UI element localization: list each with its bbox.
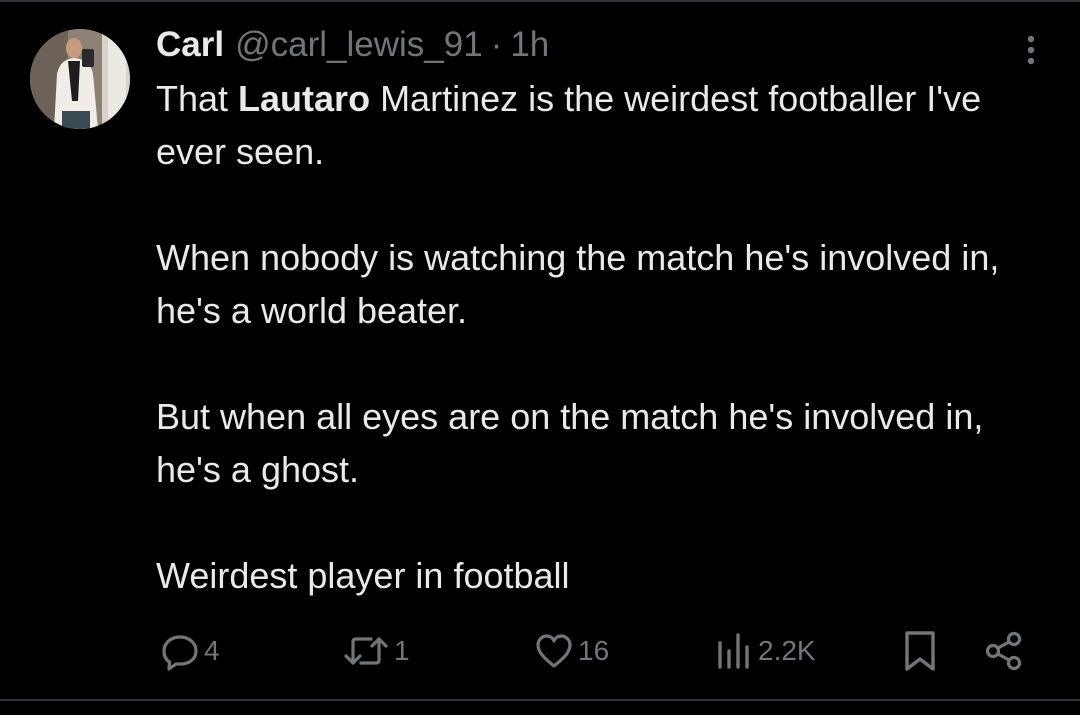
analytics-icon: [718, 633, 749, 669]
text-before-mention: That: [156, 78, 239, 119]
views-button[interactable]: 2.2K: [714, 626, 816, 676]
tweet-paragraph-3: But when all eyes are on the match he's …: [156, 396, 984, 490]
repost-icon: [344, 637, 388, 665]
bookmark-button[interactable]: [902, 626, 938, 676]
more-options-button[interactable]: [1016, 30, 1046, 70]
author-handle[interactable]: @carl_lewis_91: [235, 22, 483, 68]
more-options-icon: [1027, 35, 1035, 65]
reply-button[interactable]: 4: [160, 626, 220, 676]
repost-count: 1: [394, 635, 410, 666]
tweet-paragraph-2: When nobody is watching the match he's i…: [156, 237, 1000, 331]
highlighted-word: Lautaro: [238, 78, 371, 119]
reply-count: 4: [204, 635, 220, 666]
tweet-header: Carl @carl_lewis_91 · 1h: [156, 22, 549, 68]
author-name[interactable]: Carl: [156, 22, 224, 68]
separator-dot: ·: [490, 25, 503, 64]
tweet-text: That Lautaro Martinez is the weirdest fo…: [156, 72, 1056, 602]
share-button[interactable]: [984, 626, 1024, 676]
tweet-paragraph-1: That Lautaro Martinez is the weirdest fo…: [156, 72, 1056, 178]
avatar[interactable]: [30, 29, 130, 129]
bottom-divider: [0, 699, 1080, 701]
avatar-photo: [30, 29, 130, 129]
action-bar: 4 1 16 2.2K: [0, 626, 1080, 676]
tweet-paragraph-4: Weirdest player in football: [156, 555, 570, 596]
repost-button[interactable]: 1: [342, 626, 410, 676]
like-button[interactable]: 16: [534, 626, 609, 676]
bookmark-icon: [905, 631, 935, 671]
view-count: 2.2K: [758, 635, 816, 666]
heart-icon: [536, 634, 572, 668]
share-icon: [985, 631, 1022, 671]
top-divider: [0, 0, 1080, 2]
like-count: 16: [578, 635, 610, 666]
reply-icon: [162, 635, 198, 671]
timestamp[interactable]: 1h: [510, 22, 549, 68]
